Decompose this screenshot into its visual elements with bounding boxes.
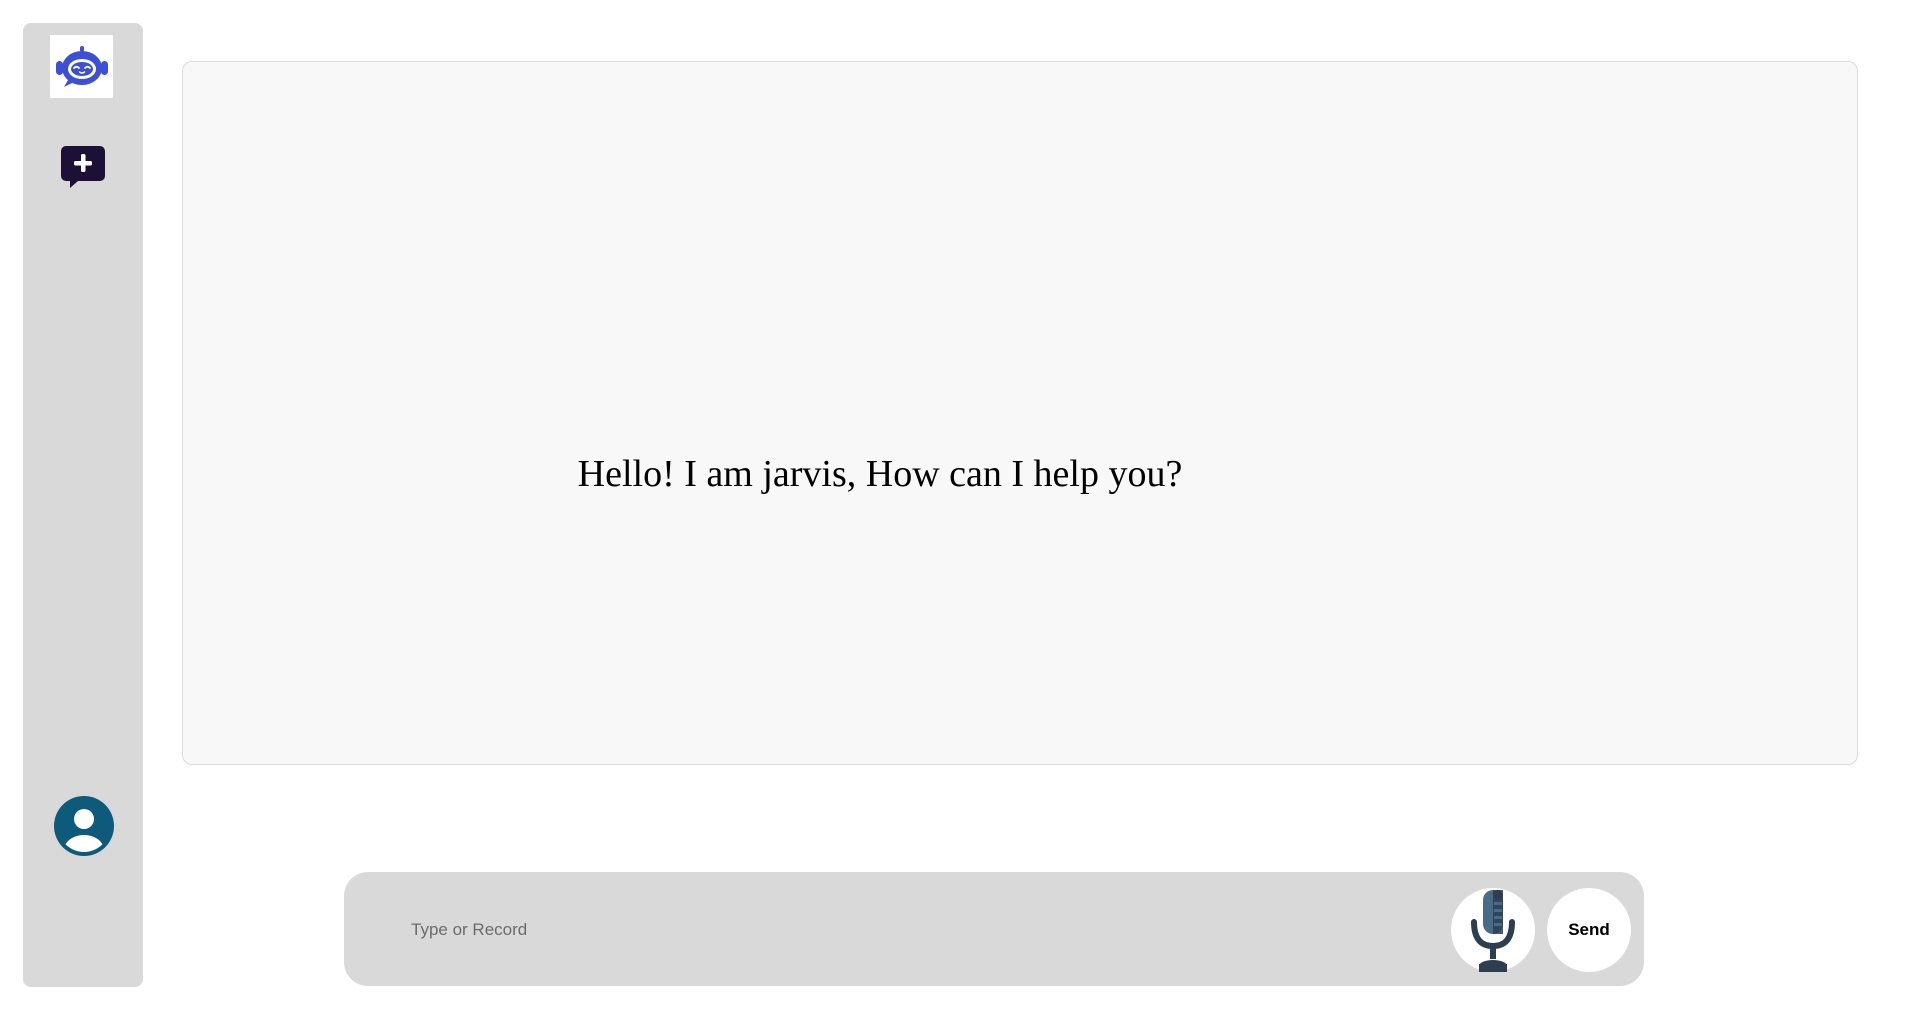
composer-bar: Send: [344, 872, 1644, 986]
robot-logo-icon: [55, 45, 108, 87]
record-button[interactable]: [1451, 888, 1535, 972]
message-input[interactable]: [409, 907, 1413, 953]
microphone-icon: [1471, 890, 1515, 972]
chat-panel: Hello! I am jarvis, How can I help you?: [182, 61, 1858, 765]
greeting-message: Hello! I am jarvis, How can I help you?: [577, 453, 1183, 495]
new-chat-plus-icon: [61, 146, 105, 188]
sidebar: [23, 23, 143, 987]
new-chat-button[interactable]: [60, 144, 106, 190]
user-avatar-icon: [54, 796, 114, 856]
app-logo: [50, 35, 113, 98]
user-profile-button[interactable]: [53, 795, 115, 857]
send-button[interactable]: Send: [1547, 888, 1631, 972]
